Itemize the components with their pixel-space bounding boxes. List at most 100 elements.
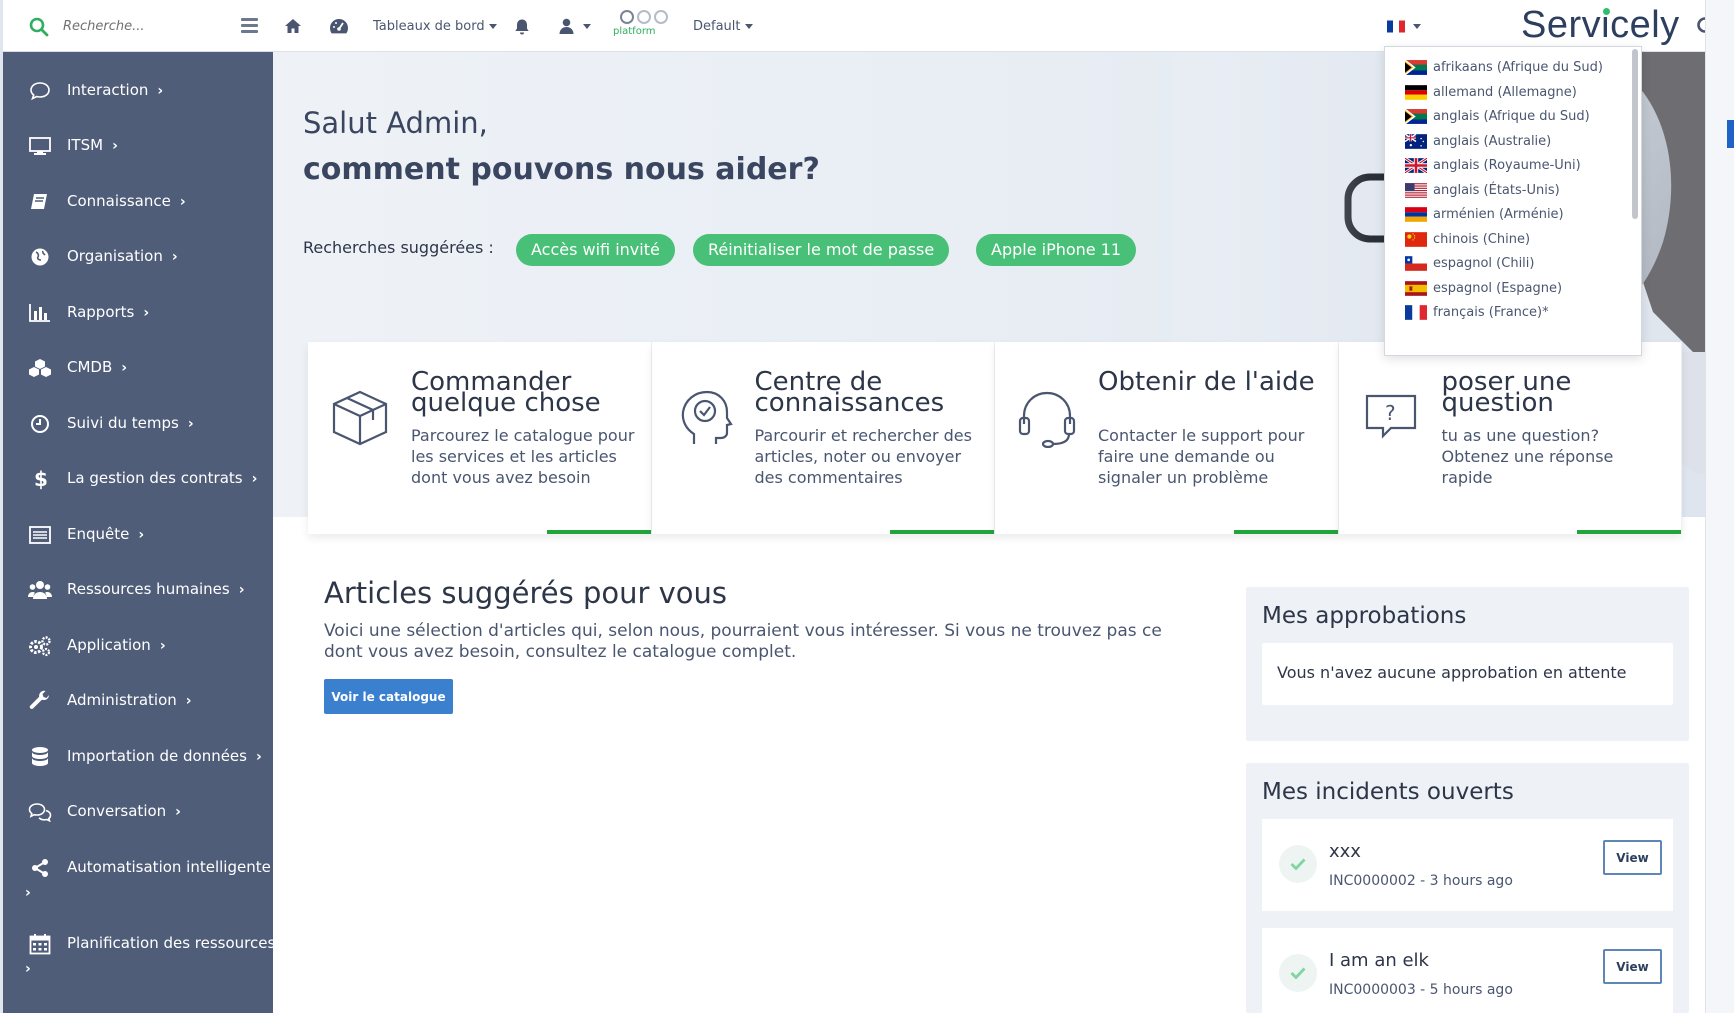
sidebar-item-conversation[interactable]: Conversation › — [3, 789, 273, 835]
language-option[interactable]: allemand (Allemagne) — [1405, 81, 1577, 103]
check-icon — [1279, 845, 1317, 883]
language-dropdown-scrollbar[interactable] — [1632, 49, 1638, 219]
help-question-heading: comment pouvons nous aider? — [303, 152, 820, 187]
sidebar-item-application[interactable]: Application › — [3, 623, 273, 669]
platform-controls[interactable]: platform — [613, 10, 673, 46]
chevron-right-icon: › — [25, 961, 31, 977]
language-label: espagnol (Chili) — [1433, 255, 1535, 271]
card-knowledge[interactable]: Centre de connaissances Parcourir et rec… — [651, 342, 995, 534]
language-option[interactable]: anglais (Afrique du Sud) — [1405, 105, 1590, 127]
view-incident-button[interactable]: View — [1603, 840, 1662, 875]
sidebar-item-label: Administration › — [67, 691, 192, 709]
suggestion-pill[interactable]: Accès wifi invité — [516, 234, 675, 266]
card-order[interactable]: Commander quelque chose Parcourez le cat… — [308, 342, 652, 534]
sidebar-item-rapports[interactable]: Rapports › — [3, 290, 273, 336]
incident-meta: INC0000003 - 5 hours ago — [1329, 982, 1513, 998]
articles-description: Voici une sélection d'articles qui, selo… — [324, 621, 1162, 662]
sidebar-item-contrats[interactable]: $ La gestion des contrats › — [3, 456, 273, 502]
sidebar-item-label: Conversation › — [67, 802, 181, 820]
chat-bubbles-icon — [28, 801, 52, 823]
language-option[interactable]: espagnol (Chili) — [1405, 252, 1534, 274]
greeting-text: Salut Admin, — [303, 106, 488, 140]
platform-label: platform — [613, 26, 656, 37]
bell-icon[interactable] — [514, 0, 530, 52]
language-option[interactable]: arménien (Arménie) — [1405, 203, 1564, 225]
sidebar-item-label: Automatisation intelligente — [67, 858, 271, 876]
wrench-icon — [28, 690, 52, 712]
approvals-panel: Mes approbations Vous n'avez aucune appr… — [1246, 587, 1689, 741]
sidebar-item-administration[interactable]: Administration › — [3, 678, 273, 724]
adjacent-window-accent — [1727, 120, 1734, 148]
view-catalog-button[interactable]: Voir le catalogue — [324, 679, 453, 714]
list-icon — [28, 524, 52, 546]
search-icon[interactable] — [29, 17, 49, 37]
language-option[interactable]: anglais (Australie) — [1405, 130, 1551, 152]
view-incident-button[interactable]: View — [1603, 949, 1662, 984]
sidebar-item-suivi-du-temps[interactable]: Suivi du temps › — [3, 401, 273, 447]
sidebar-item-ressources-humaines[interactable]: Ressources humaines › — [3, 567, 273, 613]
card-title: Obtenir de l'aide — [1098, 367, 1315, 397]
sidebar-item-cmdb[interactable]: CMDB › — [3, 345, 273, 391]
flag-cn-icon — [1405, 231, 1427, 247]
language-option[interactable]: anglais (Royaume-Uni) — [1405, 154, 1581, 176]
card-description: Parcourez le catalogue pour les services… — [411, 426, 635, 487]
language-label: anglais (Royaume-Uni) — [1433, 157, 1581, 173]
check-icon — [1279, 954, 1317, 992]
sidebar-item-label: CMDB › — [67, 358, 128, 376]
incident-item[interactable]: xxx INC0000002 - 3 hours ago View — [1262, 819, 1673, 911]
dashboards-menu[interactable]: Tableaux de bord — [373, 0, 497, 52]
caret-down-icon — [583, 23, 591, 29]
box-icon — [332, 390, 388, 446]
sidebar-item-itsm[interactable]: ITSM › — [3, 123, 273, 169]
headset-icon — [1018, 391, 1076, 448]
language-option[interactable]: espagnol (Espagne) — [1405, 277, 1562, 299]
language-toggle[interactable] — [1387, 20, 1421, 33]
language-option[interactable]: français (France)* — [1405, 301, 1549, 323]
card-ask-question[interactable]: ? poser une question tu as une question?… — [1338, 342, 1682, 534]
action-cards: Commander quelque chose Parcourez le cat… — [308, 342, 1682, 534]
share-nodes-icon — [28, 857, 52, 879]
default-menu[interactable]: Default — [693, 0, 753, 52]
dashboard-gauge-icon[interactable] — [329, 0, 349, 52]
sidebar-item-organisation[interactable]: Organisation › — [3, 234, 273, 280]
incident-item[interactable]: I am an elk INC0000003 - 5 hours ago Vie… — [1262, 928, 1673, 1013]
sidebar-item-label: ITSM › — [67, 136, 118, 154]
incidents-title: Mes incidents ouverts — [1262, 779, 1514, 805]
suggestion-pill[interactable]: Apple iPhone 11 — [976, 234, 1137, 266]
sidebar-item-automatisation[interactable]: Automatisation intelligente › — [3, 845, 273, 901]
hamburger-menu-icon[interactable] — [241, 18, 258, 33]
users-icon — [28, 579, 52, 601]
language-label: français (France)* — [1433, 304, 1549, 320]
record-icon — [620, 10, 634, 24]
language-label: afrikaans (Afrique du Sud) — [1433, 59, 1603, 75]
sidebar-item-interaction[interactable]: Interaction › — [3, 68, 273, 114]
home-icon[interactable] — [284, 0, 302, 52]
sidebar-item-planification[interactable]: Planification des ressources › — [3, 921, 275, 977]
card-title: Commander quelque chose — [411, 367, 601, 418]
sidebar-item-enquete[interactable]: Enquête › — [3, 512, 273, 558]
database-icon — [28, 746, 52, 768]
sidebar-item-connaissance[interactable]: Connaissance › — [3, 179, 273, 225]
language-option[interactable]: afrikaans (Afrique du Sud) — [1405, 56, 1603, 78]
gears-icon — [28, 635, 52, 657]
card-get-help[interactable]: Obtenir de l'aide Contacter le support p… — [995, 342, 1339, 534]
language-label: espagnol (Espagne) — [1433, 280, 1563, 296]
card-description: Contacter le support pour faire une dema… — [1098, 426, 1305, 487]
user-menu[interactable] — [559, 0, 591, 52]
sidebar-item-importation[interactable]: Importation de données › — [3, 734, 273, 780]
card-accent-bar — [1233, 530, 1338, 534]
flag-es-icon — [1405, 280, 1427, 296]
language-label: anglais (Australie) — [1433, 133, 1552, 149]
sidebar-search-input[interactable] — [63, 14, 223, 38]
sidebar-item-label: La gestion des contrats › — [67, 469, 258, 487]
card-accent-bar — [546, 530, 651, 534]
flag-au-icon — [1405, 133, 1427, 149]
sidebar-item-label: Interaction › — [67, 81, 164, 99]
flag-cl-icon — [1405, 255, 1427, 271]
language-option[interactable]: chinois (Chine) — [1405, 228, 1530, 250]
language-option[interactable]: anglais (États-Unis) — [1405, 179, 1560, 201]
sidebar-search-bar — [3, 0, 273, 52]
sidebar-item-label: Application › — [67, 636, 166, 654]
suggestion-pill[interactable]: Réinitialiser le mot de passe — [693, 234, 950, 266]
chevron-right-icon: › — [25, 885, 31, 901]
